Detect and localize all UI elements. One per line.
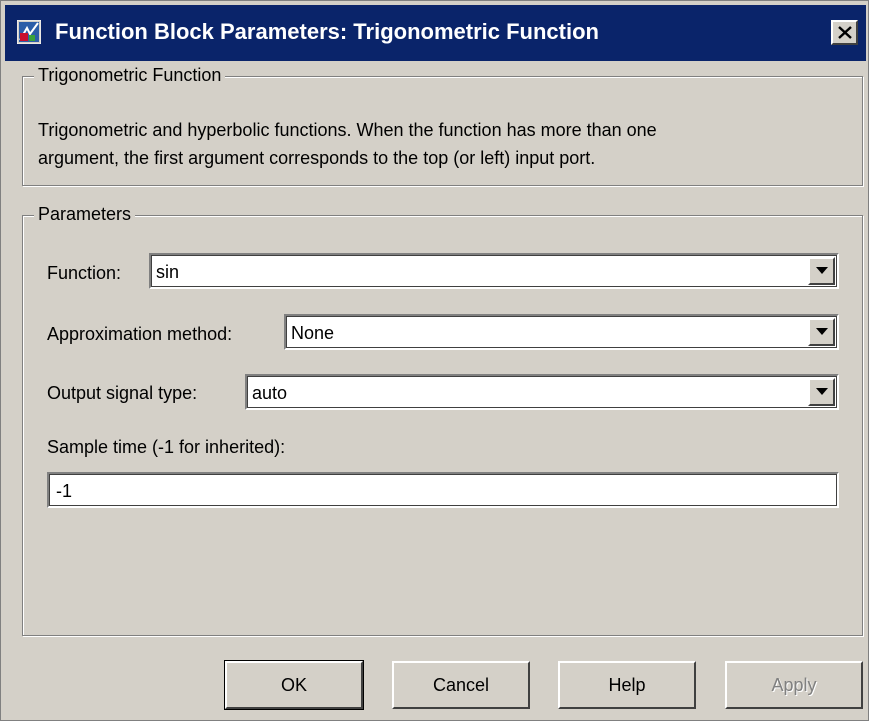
approximation-method-value: None xyxy=(291,323,335,343)
function-dropdown-button[interactable] xyxy=(808,257,835,285)
approximation-method-label: Approximation method: xyxy=(47,324,233,344)
chevron-down-icon xyxy=(816,328,828,335)
chevron-down-icon xyxy=(816,267,828,274)
description-line-2: argument, the first argument corresponds… xyxy=(38,148,596,168)
function-value: sin xyxy=(156,262,180,282)
sample-time-value: -1 xyxy=(56,481,73,501)
dialog-window: Function Block Parameters: Trigonometric… xyxy=(0,0,869,721)
output-signal-type-dropdown[interactable]: auto xyxy=(245,374,839,410)
parameters-group-legend: Parameters xyxy=(34,203,136,225)
close-icon xyxy=(838,26,852,39)
function-dropdown[interactable]: sin xyxy=(149,253,839,289)
output-signal-type-value: auto xyxy=(252,383,288,403)
sample-time-input[interactable]: -1 xyxy=(47,472,839,508)
apply-button: Apply xyxy=(725,661,863,709)
cancel-button[interactable]: Cancel xyxy=(392,661,530,709)
approximation-method-dropdown[interactable]: None xyxy=(284,314,839,350)
title-bar[interactable]: Function Block Parameters: Trigonometric… xyxy=(5,5,866,61)
simulink-block-icon xyxy=(17,20,41,44)
description-line-1: Trigonometric and hyperbolic functions. … xyxy=(38,120,657,140)
block-description: Trigonometric and hyperbolic functions. … xyxy=(38,116,843,172)
function-label: Function: xyxy=(47,263,122,283)
description-group-legend: Trigonometric Function xyxy=(34,64,226,86)
description-group: Trigonometric Function Trigonometric and… xyxy=(22,64,863,186)
parameters-group: Parameters Function: sin Approximation m… xyxy=(22,203,863,636)
window-title: Function Block Parameters: Trigonometric… xyxy=(55,19,599,44)
output-signal-type-dropdown-button[interactable] xyxy=(808,378,835,406)
ok-button[interactable]: OK xyxy=(224,660,364,710)
sample-time-label: Sample time (-1 for inherited): xyxy=(47,437,286,457)
help-button[interactable]: Help xyxy=(558,661,696,709)
chevron-down-icon xyxy=(816,388,828,395)
approximation-method-dropdown-button[interactable] xyxy=(808,318,835,346)
output-signal-type-label: Output signal type: xyxy=(47,383,198,403)
close-button[interactable] xyxy=(831,20,858,45)
